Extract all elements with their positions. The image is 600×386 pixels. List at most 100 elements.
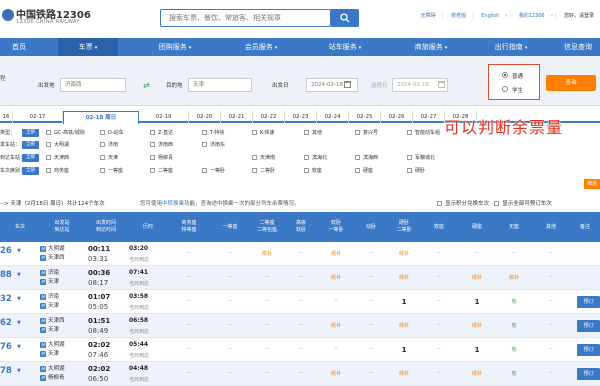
filter-option[interactable]: 军粮城北 bbox=[407, 154, 435, 161]
seat-availability[interactable]: 候补 bbox=[318, 322, 354, 329]
seat-availability[interactable]: 候补 bbox=[458, 370, 496, 377]
filter-option[interactable]: 杨柳青 bbox=[150, 154, 173, 161]
filter-option[interactable]: 济南 bbox=[100, 141, 118, 148]
date-tab[interactable]: 02-22 bbox=[253, 111, 285, 123]
seat-availability[interactable]: 候补 bbox=[318, 250, 354, 257]
nav-home[interactable]: 首页 bbox=[0, 38, 38, 56]
radio-adult[interactable] bbox=[502, 72, 508, 78]
train-number[interactable]: 76 bbox=[0, 342, 12, 352]
calendar-icon[interactable] bbox=[344, 81, 351, 88]
filter-option[interactable]: T-特快 bbox=[202, 129, 224, 136]
to-station-input[interactable]: 天津 bbox=[188, 78, 252, 92]
filter-option[interactable]: 一等座 bbox=[100, 167, 123, 174]
nav-info-query[interactable]: 信息查询 bbox=[556, 38, 600, 56]
filter-option[interactable]: 复兴号 bbox=[355, 129, 378, 136]
select-all-button[interactable]: 全部 bbox=[22, 154, 39, 162]
seat-availability[interactable]: 候补 bbox=[388, 322, 420, 329]
filter-option[interactable]: GC-高铁/城际 bbox=[46, 129, 85, 136]
train-number[interactable]: 26 bbox=[0, 246, 12, 256]
expand-stops-icon[interactable]: ▼ bbox=[17, 320, 21, 326]
swap-stations-icon[interactable]: ⇄ bbox=[143, 81, 150, 90]
date-tab[interactable]: 02-17 bbox=[13, 111, 63, 123]
book-button[interactable]: 预订 bbox=[577, 344, 600, 356]
filter-option[interactable]: 硬座 bbox=[355, 167, 373, 174]
filter-option[interactable]: Z-直达 bbox=[150, 129, 173, 136]
filter-option[interactable]: 天津南 bbox=[252, 154, 275, 161]
from-station-input[interactable]: 济南西 bbox=[60, 78, 126, 92]
date-tab[interactable]: 02-23 bbox=[285, 111, 317, 123]
expand-stops-icon[interactable]: ▼ bbox=[17, 368, 21, 374]
filter-option[interactable]: 其他 bbox=[304, 129, 322, 136]
train-number[interactable]: 32 bbox=[0, 294, 12, 304]
filter-option[interactable]: 硬卧 bbox=[407, 167, 425, 174]
query-button[interactable]: 查询 bbox=[546, 75, 596, 91]
filter-option[interactable]: K-快速 bbox=[252, 129, 275, 136]
filter-option[interactable]: 二等座 bbox=[150, 167, 173, 174]
book-button[interactable]: 预订 bbox=[577, 296, 600, 308]
date-tab-active[interactable]: 02-18 周日 bbox=[63, 111, 139, 124]
filter-option[interactable]: 济南东 bbox=[202, 141, 225, 148]
select-all-button[interactable]: 全部 bbox=[22, 167, 39, 175]
ticket-type-highlight bbox=[488, 64, 540, 100]
date-tab[interactable]: 02-24 bbox=[317, 111, 349, 123]
seat-availability[interactable]: 候补 bbox=[388, 370, 420, 377]
expand-stops-icon[interactable]: ▼ bbox=[17, 248, 21, 254]
filter-option[interactable]: 一等卧 bbox=[202, 167, 225, 174]
book-button[interactable]: 预订 bbox=[577, 320, 600, 332]
filter-button[interactable]: 筛选 bbox=[584, 179, 600, 189]
nav-travel-guide[interactable]: 出行指南 ▾ bbox=[476, 38, 546, 56]
date-tab[interactable]: 02-19 bbox=[139, 111, 189, 123]
select-all-button[interactable]: 全部 bbox=[22, 141, 39, 149]
expand-stops-icon[interactable]: ▼ bbox=[17, 296, 21, 302]
seat-availability[interactable]: 候补 bbox=[496, 274, 532, 281]
transfer-link[interactable]: 中转换乘 bbox=[162, 201, 184, 207]
nav-station-service[interactable]: 站车服务 ▾ bbox=[310, 38, 380, 56]
filter-option[interactable]: 济南西 bbox=[150, 141, 173, 148]
checkbox-icon[interactable] bbox=[437, 201, 442, 206]
seat-availability[interactable]: 候补 bbox=[318, 370, 354, 377]
nav-group-service[interactable]: 团购服务 ▾ bbox=[140, 38, 210, 56]
nav-tickets[interactable]: 车票 ▾ bbox=[58, 38, 118, 56]
filter-option[interactable]: 商务座 bbox=[46, 167, 69, 174]
search-button[interactable] bbox=[331, 9, 359, 27]
filter-option[interactable]: 滨海西 bbox=[355, 154, 378, 161]
filter-option[interactable]: 大明湖 bbox=[46, 141, 69, 148]
filter-option[interactable]: 天津西 bbox=[46, 154, 69, 161]
expand-stops-icon[interactable]: ▼ bbox=[17, 272, 21, 278]
date-tab[interactable]: 02-26 bbox=[381, 111, 413, 123]
seat-availability[interactable]: 候补 bbox=[458, 322, 496, 329]
filter-option[interactable]: 软座 bbox=[304, 167, 322, 174]
train-number[interactable]: 88 bbox=[0, 270, 12, 280]
nav-business-travel[interactable]: 商旅服务 ▾ bbox=[396, 38, 466, 56]
date-tab[interactable]: 02-27 bbox=[413, 111, 445, 123]
filter-option[interactable]: 智能动车组 bbox=[407, 129, 440, 136]
filter-option[interactable]: 天津 bbox=[100, 154, 118, 161]
link-english[interactable]: English bbox=[481, 13, 499, 19]
date-tab[interactable]: 02-25 bbox=[349, 111, 381, 123]
date-tab[interactable]: 02-21 bbox=[221, 111, 253, 123]
railway-logo-icon[interactable] bbox=[2, 9, 14, 21]
seat-availability[interactable]: 候补 bbox=[388, 250, 420, 257]
seat-availability[interactable]: 候补 bbox=[318, 274, 354, 281]
link-elder-mode[interactable]: 敬老版 bbox=[451, 13, 466, 19]
link-accessibility[interactable]: 无障碍 bbox=[421, 13, 436, 19]
book-button[interactable]: 预订 bbox=[577, 368, 600, 380]
calendar-icon[interactable] bbox=[438, 81, 445, 88]
seat-availability[interactable]: 候补 bbox=[250, 250, 284, 257]
site-search-input[interactable]: 搜索车票、餐饮、常旅客、相关规章 bbox=[160, 9, 331, 27]
nav-member-service[interactable]: 会员服务 ▾ bbox=[226, 38, 296, 56]
date-tab[interactable]: 02-20 bbox=[189, 111, 221, 123]
select-all-button[interactable]: 全部 bbox=[22, 129, 39, 137]
filter-option[interactable]: 滨海北 bbox=[304, 154, 327, 161]
date-tab[interactable]: 16 bbox=[0, 111, 13, 123]
login-greeting[interactable]: 您好，请登录 bbox=[564, 13, 594, 19]
expand-stops-icon[interactable]: ▼ bbox=[17, 344, 21, 350]
link-my12306[interactable]: 我的12306 bbox=[519, 13, 545, 19]
seat-availability[interactable]: 候补 bbox=[458, 274, 496, 281]
seat-availability[interactable]: 候补 bbox=[388, 274, 420, 281]
checkbox-icon[interactable] bbox=[494, 201, 500, 206]
train-number[interactable]: 62 bbox=[0, 318, 12, 328]
filter-option[interactable]: 二等卧 bbox=[252, 167, 275, 174]
filter-option[interactable]: D-动车 bbox=[100, 129, 124, 136]
radio-student[interactable] bbox=[502, 86, 508, 92]
